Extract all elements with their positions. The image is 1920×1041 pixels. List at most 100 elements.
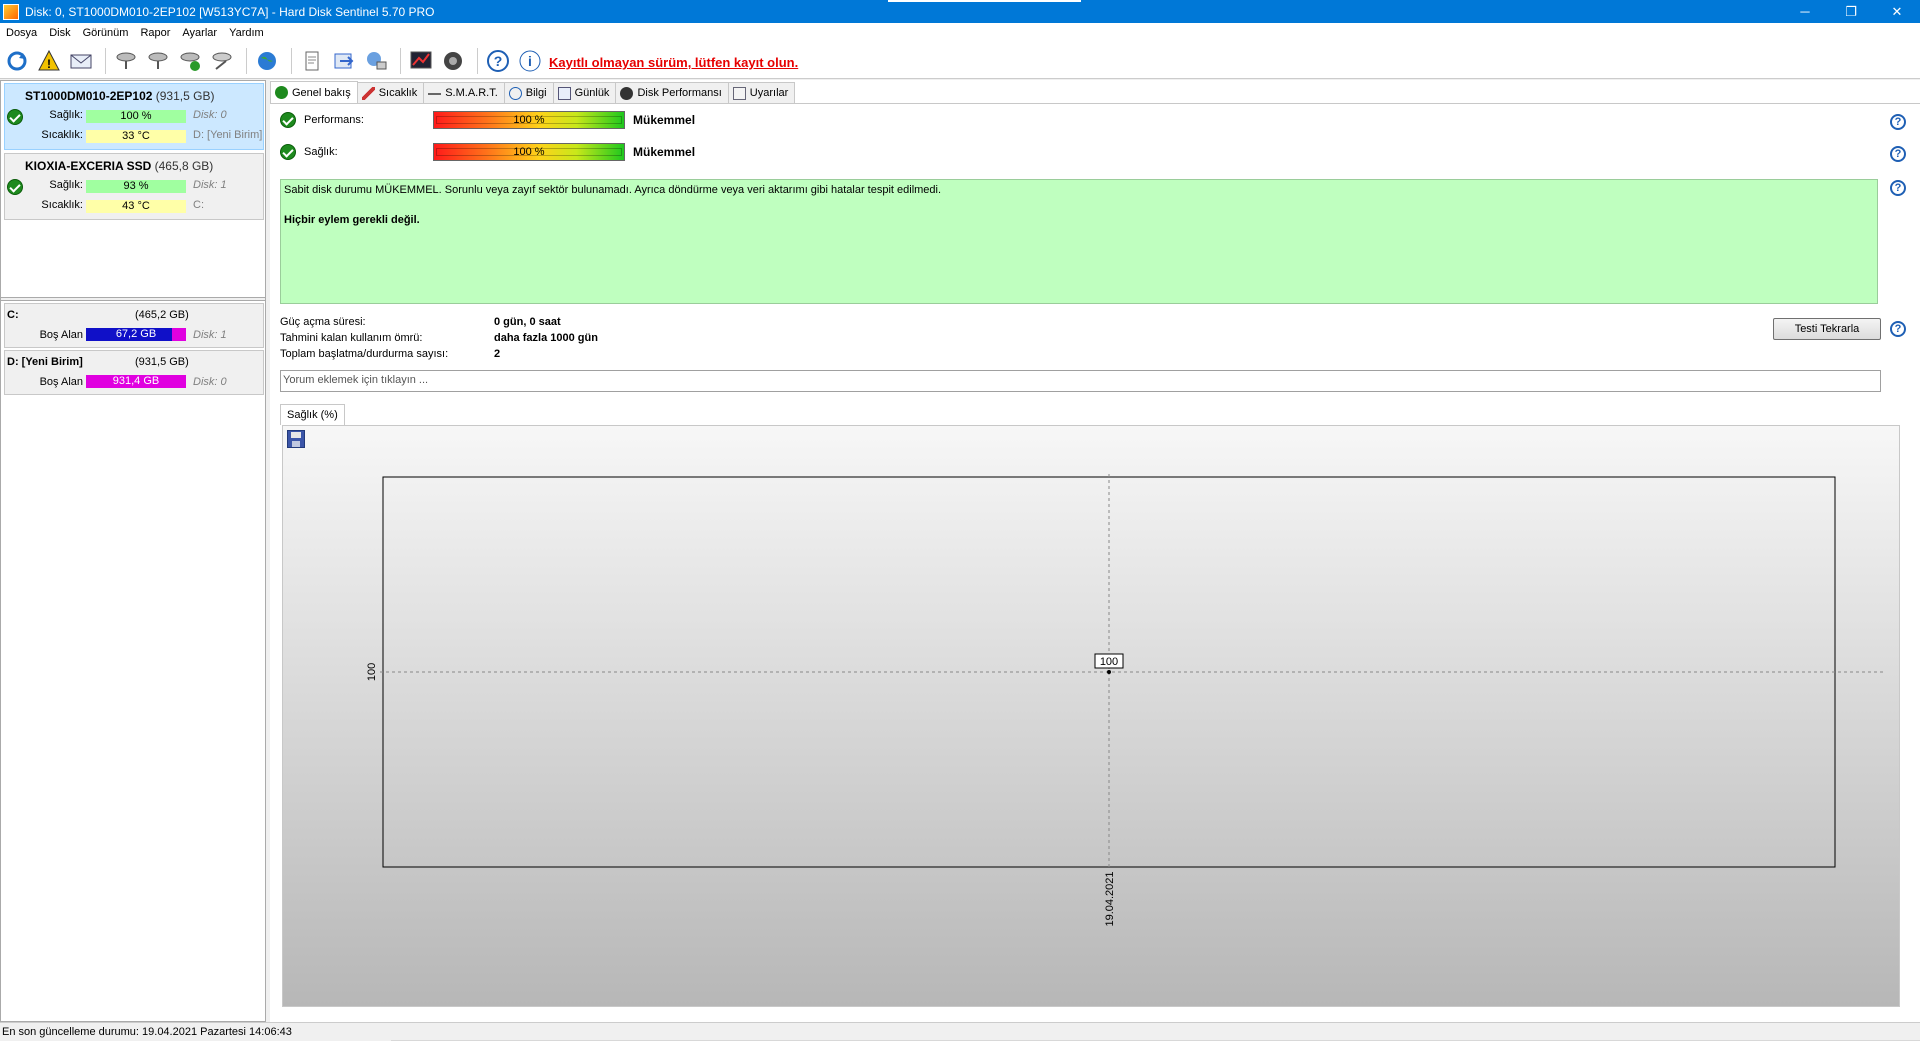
free-space-value: 67,2 GB [115,328,157,340]
disk-card-0[interactable]: ST1000DM010-2EP102 (931,5 GB) Sağlık: 10… [4,83,264,150]
tab-strip: Genel bakış Sıcaklık S.M.A.R.T. Bilgi Gü… [270,81,796,103]
tab-label: Disk Performansı [637,87,722,99]
performance-help-icon[interactable]: ? [1890,114,1906,130]
repeat-test-help-icon[interactable]: ? [1890,321,1906,337]
globe-icon[interactable] [253,47,281,75]
info-icon[interactable]: i [516,47,544,75]
temp-meter: 43 °C [86,200,186,213]
tab-smart[interactable]: S.M.A.R.T. [423,82,505,103]
disk-card-1[interactable]: KIOXIA-EXCERIA SSD (465,8 GB) Sağlık: 93… [4,153,264,220]
menu-rapor[interactable]: Rapor [134,27,176,39]
volume-card-c[interactable]: C: (465,2 GB) Boş Alan 67,2 GB Disk: 1 [4,303,264,348]
title-bar: Disk: 0, ST1000DM010-2EP102 [W513YC7A] -… [0,0,1920,23]
volume-name: C: [7,309,19,321]
free-space-value: 931,4 GB [112,375,160,387]
data-label: 100 [1100,656,1118,668]
temp-label: Sıcaklık: [41,199,83,211]
disk-info-grid: Güç açma süresi: 0 gün, 0 saat Tahmini k… [280,316,598,364]
disk-check-icon[interactable] [112,47,140,75]
health-help-icon[interactable]: ? [1890,146,1906,162]
tab-disk-performance[interactable]: Disk Performansı [615,82,729,103]
menu-gorunum[interactable]: Görünüm [77,27,135,39]
message-help-icon[interactable]: ? [1890,180,1906,196]
send-icon[interactable] [330,47,358,75]
window-title: Disk: 0, ST1000DM010-2EP102 [W513YC7A] -… [25,4,435,19]
tab-label: Günlük [574,87,610,99]
gauge-icon [620,86,634,100]
info-key: Toplam başlatma/durdurma sayısı: [280,348,449,360]
toolbar-separator [477,47,478,74]
free-space-label: Boş Alan [39,329,83,341]
app-icon [3,3,19,20]
temp-label: Sıcaklık: [41,129,83,141]
toolbar-separator [246,47,247,74]
svg-text:?: ? [494,53,503,69]
toolbar-separator [291,47,292,74]
tab-temperature[interactable]: Sıcaklık [356,82,425,103]
maximize-button[interactable]: ❐ [1828,0,1874,23]
menu-dosya[interactable]: Dosya [0,27,43,39]
y-tick-label: 100 [366,663,378,681]
health-chart: 100 19.04.2021 100 [366,474,1885,927]
mail-icon[interactable] [67,47,95,75]
check-icon [275,86,288,99]
volume-name: D: [Yeni Birim] [7,356,83,368]
volume-size: (931,5 GB) [135,356,189,368]
performance-bar: 100 % [433,111,625,129]
volume-disk-id: Disk: 0 [193,376,227,388]
sound-icon[interactable] [439,47,467,75]
data-point [1107,670,1111,674]
temp-meter: 33 °C [86,130,186,143]
toolbar-separator [400,47,401,74]
help-icon[interactable]: ? [484,47,512,75]
warning-icon[interactable]: ! [35,47,63,75]
health-verdict: Mükemmel [633,145,696,159]
health-label: Sağlık: [304,146,338,158]
toolbar-separator [105,47,106,74]
x-tick-label: 19.04.2021 [1104,871,1116,926]
health-row: Sağlık: 100 % Mükemmel [280,142,980,162]
volume-card-d[interactable]: D: [Yeni Birim] (931,5 GB) Boş Alan 931,… [4,350,264,395]
chart-icon[interactable] [407,47,435,75]
window-controls: ─ ❐ ✕ [1782,0,1920,23]
tab-alerts[interactable]: Uyarılar [727,82,796,103]
menu-yardim[interactable]: Yardım [223,27,270,39]
disk-ok-icon[interactable] [176,47,204,75]
status-message-box: Sabit disk durumu MÜKEMMEL. Sorunlu veya… [280,179,1878,304]
tab-info[interactable]: Bilgi [503,82,554,103]
health-ok-icon [280,144,296,160]
tab-log[interactable]: Günlük [552,82,617,103]
registration-warning-link[interactable]: Kayıtlı olmayan sürüm, lütfen kayıt olun… [549,55,798,70]
free-space-bar: 67,2 GB [86,328,186,341]
volume-disk-id: Disk: 1 [193,329,227,341]
disk-test-icon[interactable] [144,47,172,75]
minimize-button[interactable]: ─ [1782,0,1828,23]
info-value: 0 gün, 0 saat [494,316,561,328]
close-button[interactable]: ✕ [1874,0,1920,23]
toolbar: ! ? i Kayıtlı olmayan sürüm, lütfen kayı… [0,43,1920,79]
comment-input[interactable]: Yorum eklemek için tıklayın ... [280,370,1881,392]
info-key: Tahmini kalan kullanım ömrü: [280,332,423,344]
network-icon[interactable] [362,47,390,75]
tab-underline [270,103,1920,104]
menu-ayarlar[interactable]: Ayarlar [176,27,223,39]
performance-row: Performans: 100 % Mükemmel [280,110,980,130]
menu-disk[interactable]: Disk [43,27,76,39]
tab-overview[interactable]: Genel bakış [270,81,358,103]
thermometer-icon [361,86,375,100]
volume-size: (465,2 GB) [135,309,189,321]
disk-tool-icon[interactable] [208,47,236,75]
info-row-remaining-life: Tahmini kalan kullanım ömrü: daha fazla … [280,332,598,348]
info-row-start-stop: Toplam başlatma/durdurma sayısı: 2 [280,348,598,364]
report-icon[interactable] [298,47,326,75]
refresh-icon[interactable] [3,47,31,75]
info-key: Güç açma süresi: [280,316,366,328]
panel-splitter[interactable] [1,297,265,301]
status-bar: En son güncelleme durumu: 19.04.2021 Paz… [0,1022,1920,1041]
repeat-test-button[interactable]: Testi Tekrarla [1773,318,1881,340]
info-value: 2 [494,348,501,360]
chart-tab-health[interactable]: Sağlık (%) [280,404,345,425]
disk-title: ST1000DM010-2EP102 (931,5 GB) [25,89,214,103]
disk-size: (465,8 GB) [154,159,214,173]
info-value: daha fazla 1000 gün [494,332,598,344]
